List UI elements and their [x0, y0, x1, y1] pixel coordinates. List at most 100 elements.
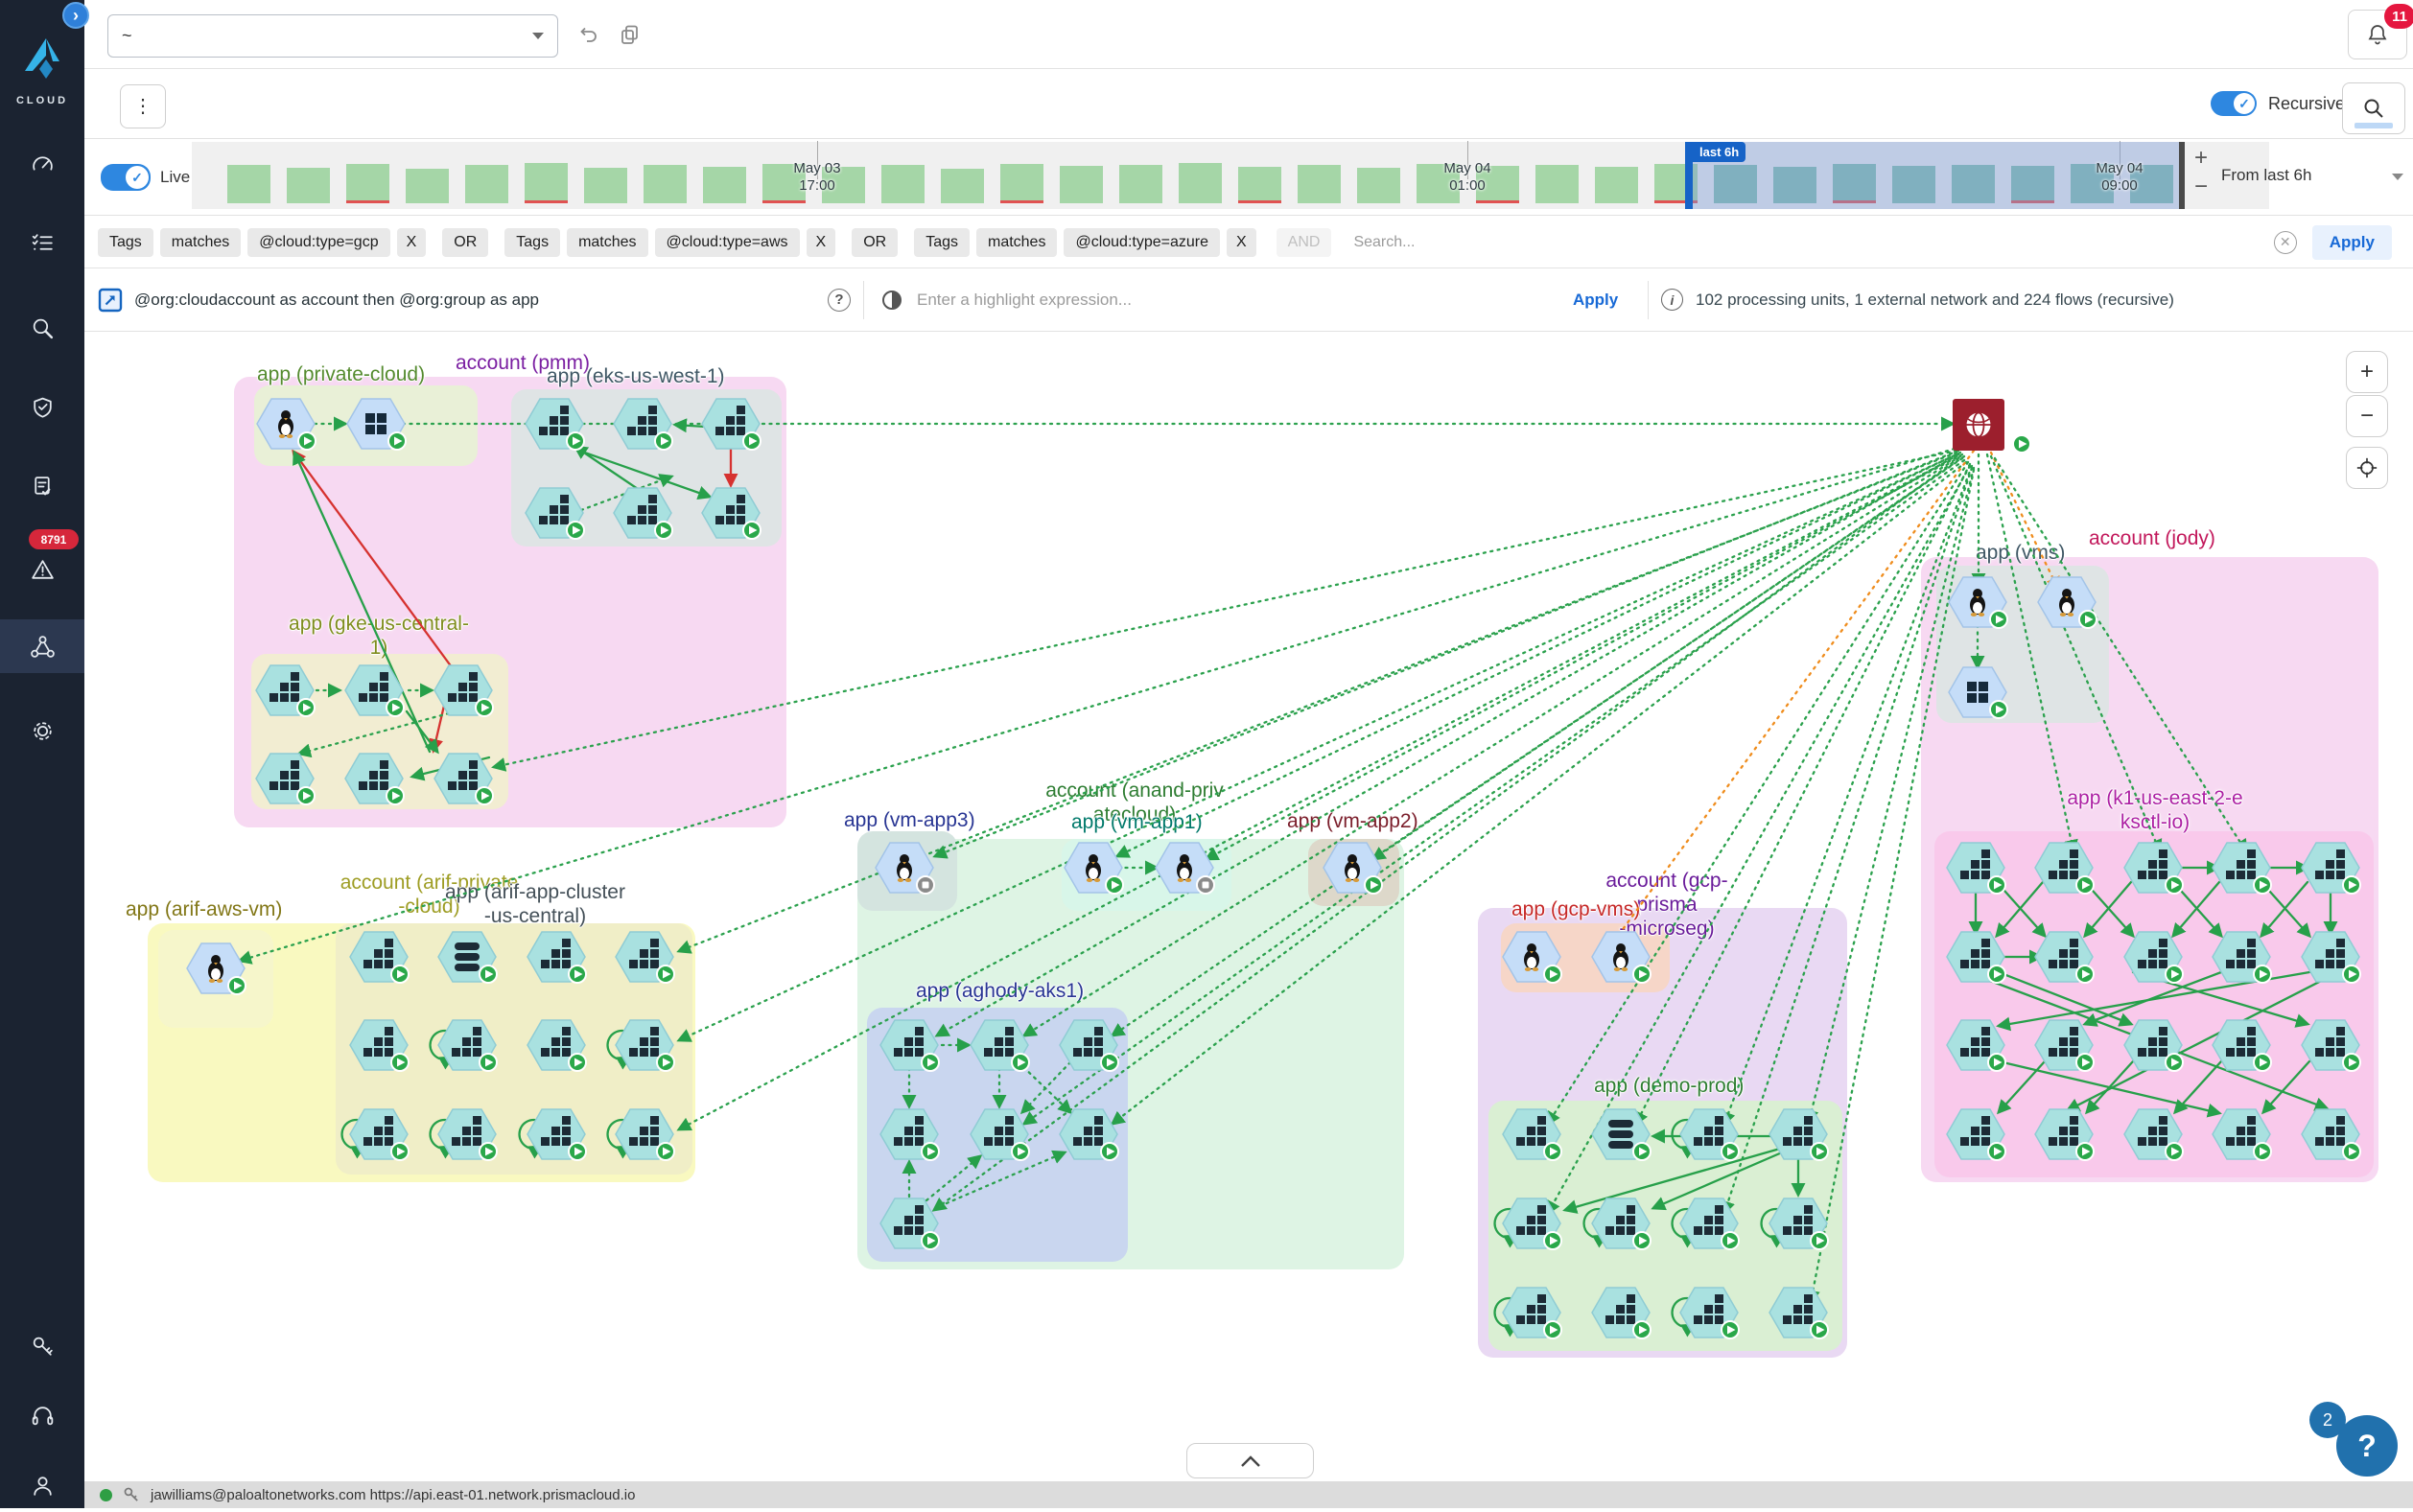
help-button[interactable]: ? [2336, 1415, 2398, 1477]
filter-field-chip[interactable]: Tags [504, 228, 560, 257]
node-workload[interactable] [702, 488, 761, 539]
node-workload[interactable] [880, 1109, 939, 1160]
filter-value-chip[interactable]: @cloud:type=azure [1064, 228, 1220, 257]
node-windows-vm[interactable] [347, 399, 406, 450]
node-workload[interactable] [1680, 1109, 1739, 1160]
highlight-toggle-icon[interactable] [880, 289, 903, 312]
node-workload[interactable] [880, 1020, 939, 1071]
node-workload[interactable] [2213, 1020, 2271, 1071]
node-workload[interactable] [1769, 1288, 1828, 1338]
node-workload[interactable] [614, 399, 672, 450]
node-workload[interactable] [345, 754, 404, 804]
node-workload[interactable] [1680, 1288, 1739, 1338]
node-linux-vm[interactable] [257, 399, 316, 450]
sidebar-expand-button[interactable]: › [62, 2, 89, 29]
filter-value-chip[interactable]: @cloud:type=aws [655, 228, 800, 257]
sidebar-item-investigate[interactable] [0, 301, 84, 355]
node-workload[interactable] [526, 488, 584, 539]
filter-remove-chip[interactable]: X [807, 228, 836, 257]
node-workload[interactable] [527, 932, 586, 983]
node-workload[interactable] [971, 1020, 1029, 1071]
node-internet[interactable] [1953, 399, 2030, 453]
node-workload[interactable] [1592, 1198, 1651, 1249]
node-workload[interactable] [1060, 1109, 1118, 1160]
canvas-zoom-in-button[interactable]: + [2346, 351, 2388, 393]
sidebar-item-support[interactable] [0, 1388, 84, 1442]
timeline-zoom-out-button[interactable]: − [2189, 174, 2214, 200]
sidebar-item-network[interactable] [0, 619, 84, 673]
node-workload[interactable] [1680, 1198, 1739, 1249]
node-workload[interactable] [526, 399, 584, 450]
node-workload[interactable] [527, 1020, 586, 1071]
node-workload[interactable] [2213, 843, 2271, 894]
timeline-zoom-in-button[interactable]: + [2189, 145, 2214, 172]
filter-operator-chip[interactable]: matches [160, 228, 241, 257]
node-workload[interactable] [350, 1020, 409, 1071]
highlight-expression-input[interactable]: Enter a highlight expression... [917, 291, 1132, 310]
node-workload[interactable] [256, 754, 315, 804]
node-workload[interactable] [2124, 1020, 2183, 1071]
clear-filters-icon[interactable]: ✕ [2274, 231, 2297, 254]
node-workload[interactable] [1592, 1288, 1651, 1338]
node-data-store[interactable] [1592, 1109, 1651, 1160]
node-linux-vm[interactable] [187, 943, 246, 994]
node-workload[interactable] [971, 1109, 1029, 1160]
node-workload[interactable] [434, 754, 493, 804]
more-actions-button[interactable]: ⋮ [120, 84, 166, 128]
node-workload[interactable] [2302, 843, 2360, 894]
timeline-selection-right-handle[interactable] [2179, 142, 2185, 209]
collapse-panel-button[interactable] [1186, 1443, 1314, 1478]
node-workload[interactable] [2035, 1109, 2094, 1160]
undo-button[interactable] [575, 22, 600, 50]
node-linux-vm[interactable] [1949, 577, 2007, 628]
node-workload[interactable] [350, 1109, 409, 1160]
node-workload[interactable] [2302, 1109, 2360, 1160]
sidebar-item-dashboard[interactable] [0, 138, 84, 192]
node-workload[interactable] [438, 1020, 497, 1071]
node-workload[interactable] [1769, 1109, 1828, 1160]
node-linux-vm[interactable] [1156, 843, 1214, 894]
node-linux-vm[interactable] [1065, 843, 1123, 894]
filter-joiner-chip[interactable]: OR [442, 228, 488, 257]
canvas-recenter-button[interactable] [2346, 447, 2388, 489]
topology-canvas[interactable]: account (pmm)app (private-cloud)app (eks… [84, 332, 2413, 1481]
sidebar-item-credentials[interactable] [0, 1319, 84, 1373]
sidebar-item-compliance[interactable] [0, 381, 84, 434]
node-workload[interactable] [2124, 843, 2183, 894]
node-workload[interactable] [1769, 1198, 1828, 1249]
node-linux-vm[interactable] [1503, 932, 1561, 983]
node-linux-vm[interactable] [1592, 932, 1651, 983]
filter-joiner-chip[interactable]: OR [852, 228, 898, 257]
node-linux-vm[interactable] [2038, 577, 2097, 628]
node-linux-vm[interactable] [876, 843, 934, 894]
node-workload[interactable] [616, 1109, 674, 1160]
node-workload[interactable] [2035, 843, 2094, 894]
node-workload[interactable] [1503, 1109, 1561, 1160]
saved-view-select[interactable]: ~ [107, 14, 558, 58]
node-workload[interactable] [2213, 932, 2271, 983]
node-windows-vm[interactable] [1949, 667, 2007, 718]
sidebar-item-settings[interactable] [0, 704, 84, 757]
filter-field-chip[interactable]: Tags [914, 228, 970, 257]
node-workload[interactable] [1947, 843, 2005, 894]
filter-apply-button[interactable]: Apply [2312, 225, 2392, 260]
node-workload[interactable] [1947, 1020, 2005, 1071]
copy-button[interactable] [618, 22, 643, 50]
filter-remove-chip[interactable]: X [397, 228, 427, 257]
node-workload[interactable] [256, 665, 315, 716]
time-range-label[interactable]: From last 6h [2221, 166, 2311, 185]
recursive-toggle[interactable]: ✓ [2211, 91, 2257, 116]
filter-field-chip[interactable]: Tags [98, 228, 153, 257]
sidebar-item-inventory[interactable] [0, 216, 84, 269]
node-workload[interactable] [2124, 932, 2183, 983]
node-workload[interactable] [350, 932, 409, 983]
filter-operator-chip[interactable]: matches [567, 228, 647, 257]
node-workload[interactable] [1947, 1109, 2005, 1160]
query-expression[interactable]: @org:cloudaccount as account then @org:g… [134, 291, 539, 310]
node-workload[interactable] [880, 1198, 939, 1249]
node-workload[interactable] [2302, 1020, 2360, 1071]
sidebar-item-profile[interactable] [0, 1458, 84, 1512]
node-workload[interactable] [616, 1020, 674, 1071]
node-workload[interactable] [527, 1109, 586, 1160]
node-workload[interactable] [2213, 1109, 2271, 1160]
